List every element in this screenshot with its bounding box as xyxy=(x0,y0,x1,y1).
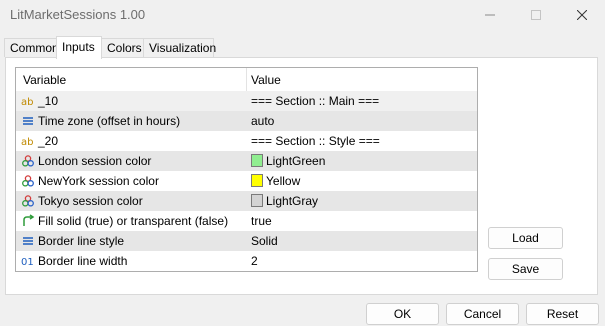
ok-button[interactable]: OK xyxy=(366,303,439,325)
enum-list-icon xyxy=(23,117,33,125)
svg-text:01: 01 xyxy=(21,257,34,268)
color-palette-icon xyxy=(22,155,34,167)
string-ab-icon: ab xyxy=(21,97,33,108)
string-ab-icon: ab xyxy=(21,137,33,148)
table-row[interactable]: Border line style Solid xyxy=(16,231,477,251)
header-variable[interactable]: Variable xyxy=(23,73,66,87)
close-icon xyxy=(577,10,587,20)
variable-value[interactable]: LightGreen xyxy=(266,154,325,168)
variable-value[interactable]: 2 xyxy=(251,254,258,268)
tab-colors[interactable]: Colors xyxy=(101,38,144,57)
table-row[interactable]: Tokyo session color LightGray xyxy=(16,191,477,211)
minimize-button[interactable] xyxy=(467,0,513,30)
bool-arrow-icon xyxy=(23,214,35,226)
variable-value[interactable]: Solid xyxy=(251,234,278,248)
svg-text:ab: ab xyxy=(21,97,33,108)
table-row[interactable]: ab _10 === Section :: Main === xyxy=(16,91,477,111)
variable-name: Border line width xyxy=(38,254,128,268)
maximize-icon xyxy=(531,10,541,20)
tab-inputs[interactable]: Inputs xyxy=(56,36,102,59)
variable-name: Border line style xyxy=(38,234,125,248)
inputs-grid: Variable Value ab _10 === Section :: Mai… xyxy=(15,67,478,272)
variable-value[interactable]: === Section :: Style === xyxy=(251,134,380,148)
header-value[interactable]: Value xyxy=(251,73,281,87)
table-row[interactable]: Time zone (offset in hours) auto xyxy=(16,111,477,131)
variable-name: Tokyo session color xyxy=(38,194,143,208)
tab-visualization[interactable]: Visualization xyxy=(143,38,216,57)
reset-button[interactable]: Reset xyxy=(526,303,599,325)
variable-name: Time zone (offset in hours) xyxy=(38,114,181,128)
maximize-button[interactable] xyxy=(513,0,559,30)
table-row[interactable]: NewYork session color Yellow xyxy=(16,171,477,191)
table-row[interactable]: London session color LightGreen xyxy=(16,151,477,171)
color-swatch[interactable] xyxy=(251,194,263,207)
enum-list-icon xyxy=(23,237,33,245)
svg-text:ab: ab xyxy=(21,137,33,148)
integer-01-icon: 01 xyxy=(21,257,34,268)
table-row[interactable]: Fill solid (true) or transparent (false)… xyxy=(16,211,477,231)
variable-value[interactable]: LightGray xyxy=(266,194,318,208)
table-row[interactable]: 01 Border line width 2 xyxy=(16,251,477,271)
save-button[interactable]: Save xyxy=(488,258,563,280)
variable-value[interactable]: === Section :: Main === xyxy=(251,94,379,108)
color-palette-icon xyxy=(22,195,34,207)
color-palette-icon xyxy=(22,175,34,187)
cancel-button[interactable]: Cancel xyxy=(446,303,519,325)
table-row[interactable]: ab _20 === Section :: Style === xyxy=(16,131,477,151)
variable-name: NewYork session color xyxy=(38,174,159,188)
title-bar: LitMarketSessions 1.00 xyxy=(0,0,605,30)
variable-name: _10 xyxy=(38,94,59,108)
minimize-icon xyxy=(485,14,495,16)
color-swatch[interactable] xyxy=(251,174,263,187)
variable-name: Fill solid (true) or transparent (false) xyxy=(38,214,229,228)
variable-name: London session color xyxy=(38,154,152,168)
window-title: LitMarketSessions 1.00 xyxy=(10,7,146,22)
color-swatch[interactable] xyxy=(251,154,263,167)
tab-common[interactable]: Common xyxy=(4,38,59,57)
variable-value[interactable]: true xyxy=(251,214,272,228)
close-button[interactable] xyxy=(559,0,605,30)
variable-value[interactable]: Yellow xyxy=(266,174,300,188)
variable-value[interactable]: auto xyxy=(251,114,274,128)
variable-name: _20 xyxy=(38,134,59,148)
load-button[interactable]: Load xyxy=(488,227,563,249)
